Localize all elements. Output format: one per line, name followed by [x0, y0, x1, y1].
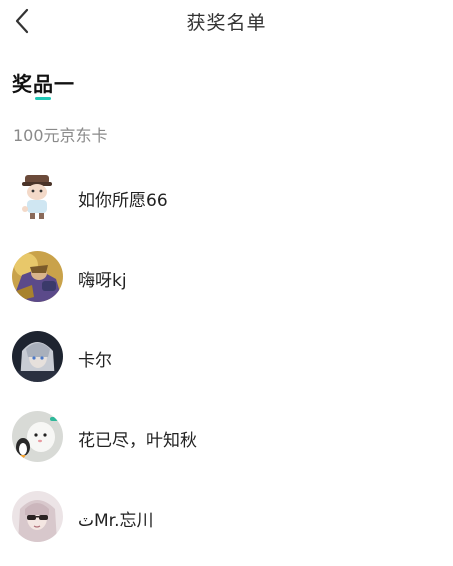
winner-item[interactable]: 花已尽，叶知秋: [0, 406, 453, 486]
avatar: [12, 331, 63, 382]
avatar: [12, 171, 63, 222]
header-bar: 获奖名单: [0, 0, 453, 44]
avatar: [12, 411, 63, 462]
avatar: [12, 251, 63, 302]
prize-name: 100元京东卡: [13, 126, 108, 145]
winner-item[interactable]: 嗨呀kj: [0, 246, 453, 326]
winner-item[interactable]: 如你所愿66: [0, 166, 453, 246]
winner-name: 花已尽，叶知秋: [78, 431, 197, 451]
page-title: 获奖名单: [186, 12, 267, 34]
winner-item[interactable]: 卡尔: [0, 326, 453, 406]
avatar: [12, 491, 63, 542]
winner-name: ٽMr.忘川: [78, 511, 154, 531]
winner-item[interactable]: ٽMr.忘川: [0, 486, 453, 566]
prize-tab[interactable]: 奖品一: [12, 68, 75, 97]
winner-name: 如你所愿66: [78, 191, 168, 211]
active-tab-indicator: [35, 97, 51, 100]
winner-list: 如你所愿66 嗨呀kj 卡尔 花已尽，叶知秋 ٽMr.忘川: [0, 166, 453, 566]
winner-name: 嗨呀kj: [78, 271, 127, 291]
winner-name: 卡尔: [78, 351, 112, 371]
